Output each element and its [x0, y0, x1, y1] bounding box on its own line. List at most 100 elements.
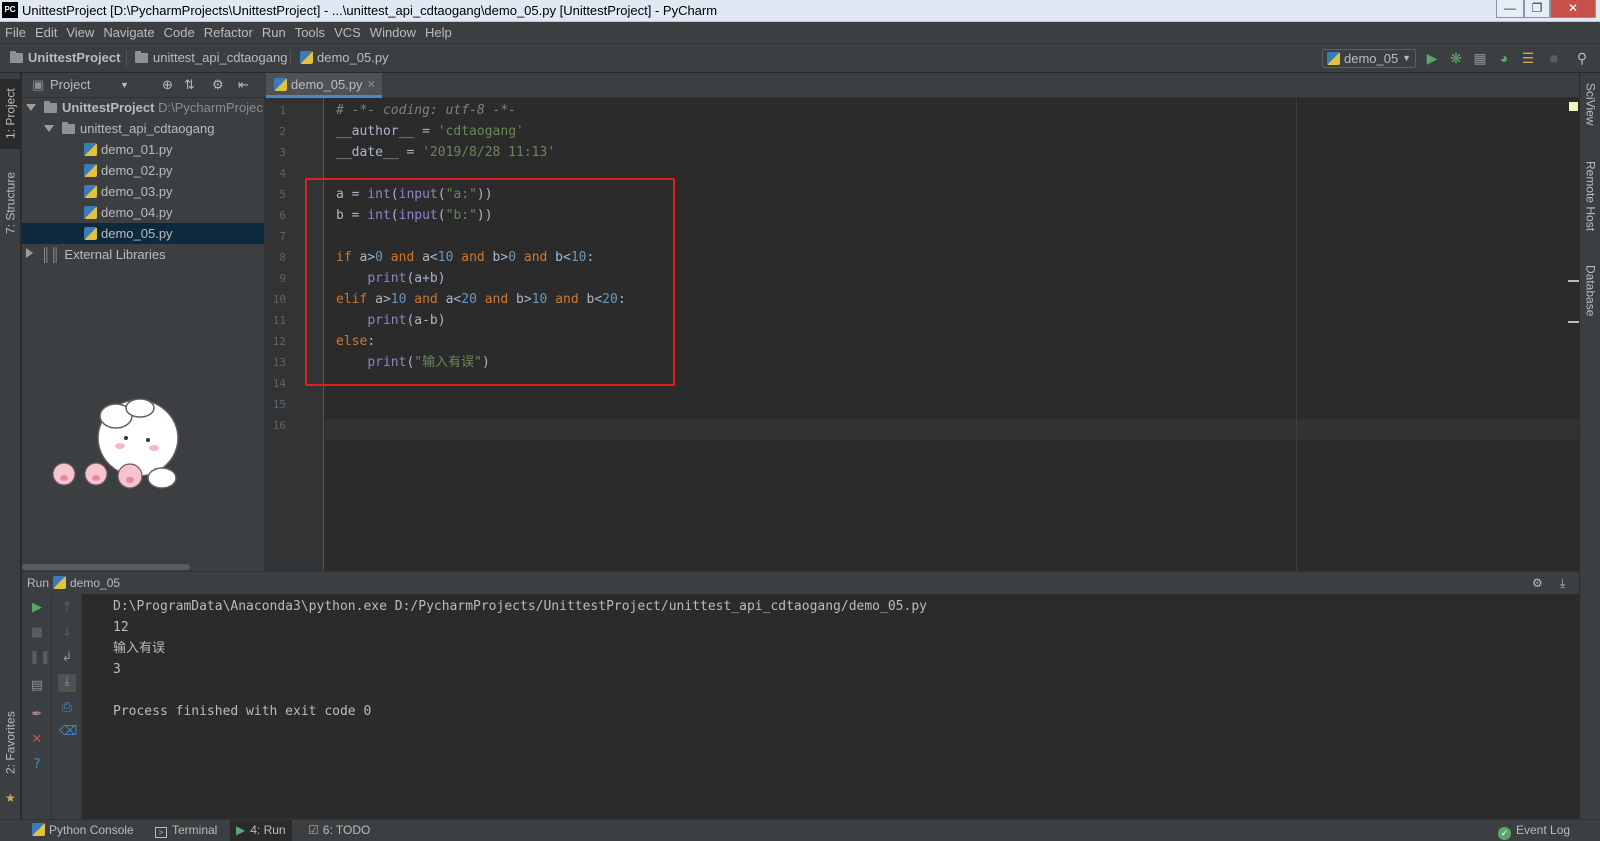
soft-wrap-icon[interactable]: ↲ [59, 650, 75, 666]
code-line: __author__ = 'cdtaogang' [336, 124, 524, 139]
hide-panel-icon[interactable]: ⇤ [238, 73, 249, 97]
tab-database[interactable]: Database [1580, 265, 1600, 335]
arrow-up-icon[interactable]: ↑ [59, 600, 75, 616]
tree-file[interactable]: demo_04.py [22, 202, 264, 223]
current-line-highlight [325, 419, 1579, 440]
tree-file-selected[interactable]: demo_05.py [22, 223, 264, 244]
breadcrumb-file[interactable]: demo_05.py [300, 44, 389, 72]
folder-icon [10, 51, 23, 63]
trash-icon[interactable]: ⌫ [59, 724, 77, 740]
console-line: 输入有误 [113, 641, 166, 656]
library-icon: ║║ [41, 247, 60, 262]
editor-scrollbar[interactable] [1564, 100, 1579, 571]
pause-icon[interactable]: ❚❚ [29, 650, 51, 666]
profile-icon[interactable]: ◕ [1496, 50, 1512, 66]
pin-icon[interactable]: ✒ [29, 707, 45, 723]
menu-code[interactable]: Code [159, 22, 199, 43]
run-configuration-select[interactable]: demo_05 ▼ [1322, 49, 1416, 68]
arrow-down-icon[interactable]: ↓ [59, 625, 75, 641]
terminal-tab[interactable]: > Terminal [155, 820, 217, 841]
window-title: UnittestProject [D:\PycharmProjects\Unit… [22, 3, 718, 18]
coverage-icon[interactable]: ▦ [1472, 50, 1488, 66]
right-margin-guide [1296, 98, 1297, 571]
menu-help[interactable]: Help [420, 22, 456, 43]
breadcrumb-project[interactable]: UnittestProject [10, 44, 120, 72]
stop-icon[interactable]: ■ [1546, 50, 1562, 66]
python-file-icon [53, 576, 66, 589]
chevron-down-icon[interactable]: ▼ [120, 73, 129, 97]
menu-view[interactable]: View [61, 22, 98, 43]
gear-icon[interactable]: ⚙ [1532, 572, 1543, 594]
code-line: # -*- coding: utf-8 -*- [336, 103, 517, 118]
tab-structure[interactable]: 7: Structure [0, 163, 21, 243]
console-output[interactable]: D:\ProgramData\Anaconda3\python.exe D:/P… [93, 594, 1579, 820]
close-window-button[interactable]: ✕ [1550, 0, 1596, 18]
tree-external-libraries[interactable]: ║║ External Libraries [22, 244, 264, 265]
event-log-tab[interactable]: ✓ Event Log [1498, 820, 1570, 841]
console-line: Process finished with exit code 0 [113, 704, 372, 719]
gear-icon[interactable]: ⚙ [212, 73, 224, 97]
horizontal-scrollbar[interactable] [22, 564, 190, 570]
python-file-icon [84, 206, 97, 219]
rerun-icon[interactable]: ▶ [29, 600, 45, 616]
navigation-bar: UnittestProject unittest_api_cdtaogang d… [0, 43, 1600, 73]
run-panel-header: Run demo_05 ⚙ ⤓ [22, 572, 1579, 594]
menu-file[interactable]: File [0, 22, 30, 43]
print-icon[interactable]: ⎙ [59, 700, 75, 716]
build-icon[interactable]: ☰ [1520, 50, 1536, 66]
stop-icon[interactable]: ■ [29, 625, 45, 641]
tab-demo-05[interactable]: demo_05.py ✕ [266, 73, 382, 98]
hide-panel-icon[interactable]: ⤓ [1560, 572, 1565, 594]
console-line: 12 [113, 620, 129, 635]
menu-tools[interactable]: Tools [290, 22, 329, 43]
folder-icon [62, 122, 75, 134]
run-config-tab[interactable]: demo_05 [53, 572, 120, 594]
folder-icon [135, 51, 148, 63]
collapse-icon[interactable]: ⇅ [184, 73, 195, 97]
chevron-down-icon: ▼ [1402, 53, 1411, 63]
minimize-button[interactable]: — [1496, 0, 1524, 18]
event-log-icon: ✓ [1498, 827, 1511, 840]
scroll-to-end-icon[interactable]: ⤓ [58, 674, 76, 692]
terminal-icon: > [155, 827, 167, 838]
menu-refactor[interactable]: Refactor [199, 22, 257, 43]
scroll-marker [1568, 321, 1579, 323]
menu-navigate[interactable]: Navigate [98, 22, 158, 43]
help-icon[interactable]: ? [29, 757, 45, 773]
tree-file[interactable]: demo_02.py [22, 160, 264, 181]
project-view-icon: ▣ [32, 77, 45, 92]
menu-window[interactable]: Window [365, 22, 420, 43]
tab-sciview[interactable]: SciView [1580, 83, 1600, 143]
tree-root[interactable]: UnittestProject D:\PycharmProjec [22, 97, 264, 118]
scroll-marker [1568, 280, 1579, 282]
menu-edit[interactable]: Edit [30, 22, 61, 43]
left-tool-strip: 1: Project 7: Structure 2: Favorites ★ [0, 73, 21, 819]
debug-icon[interactable]: ❋ [1448, 50, 1464, 66]
bottom-tool-bar: Python Console > Terminal ▶ 4: Run ☑ 6: TOD… [0, 819, 1600, 841]
tab-favorites[interactable]: 2: Favorites [0, 703, 21, 783]
right-tool-strip: SciView Remote Host Database [1579, 73, 1600, 819]
search-icon[interactable]: ⚲ [1574, 50, 1590, 66]
tab-remote-host[interactable]: Remote Host [1580, 161, 1600, 251]
python-file-icon [1327, 52, 1340, 65]
python-file-icon [274, 78, 287, 91]
breadcrumb-folder[interactable]: unittest_api_cdtaogang [135, 44, 287, 72]
tree-folder[interactable]: unittest_api_cdtaogang [22, 118, 264, 139]
run-icon[interactable]: ▶ [1424, 50, 1440, 66]
tab-project[interactable]: 1: Project [0, 79, 21, 149]
project-view-select[interactable]: Project [50, 73, 90, 97]
tree-file[interactable]: demo_01.py [22, 139, 264, 160]
run-icon: ▶ [236, 823, 246, 837]
menu-vcs[interactable]: VCS [329, 22, 365, 43]
menu-run[interactable]: Run [257, 22, 290, 43]
tree-file[interactable]: demo_03.py [22, 181, 264, 202]
run-toolbar-primary: ▶ ■ ❚❚ ▤ ✒ ✕ ? [22, 594, 52, 820]
run-tab[interactable]: ▶ 4: Run [230, 820, 292, 841]
python-console-tab[interactable]: Python Console [32, 820, 134, 841]
locate-icon[interactable]: ⊕ [162, 73, 173, 97]
restore-layout-icon[interactable]: ▤ [29, 678, 45, 694]
close-tab-icon[interactable]: ✕ [367, 73, 376, 97]
todo-tab[interactable]: ☑ 6: TODO [308, 820, 370, 841]
maximize-button[interactable]: ❐ [1524, 0, 1550, 18]
close-icon[interactable]: ✕ [29, 732, 45, 748]
